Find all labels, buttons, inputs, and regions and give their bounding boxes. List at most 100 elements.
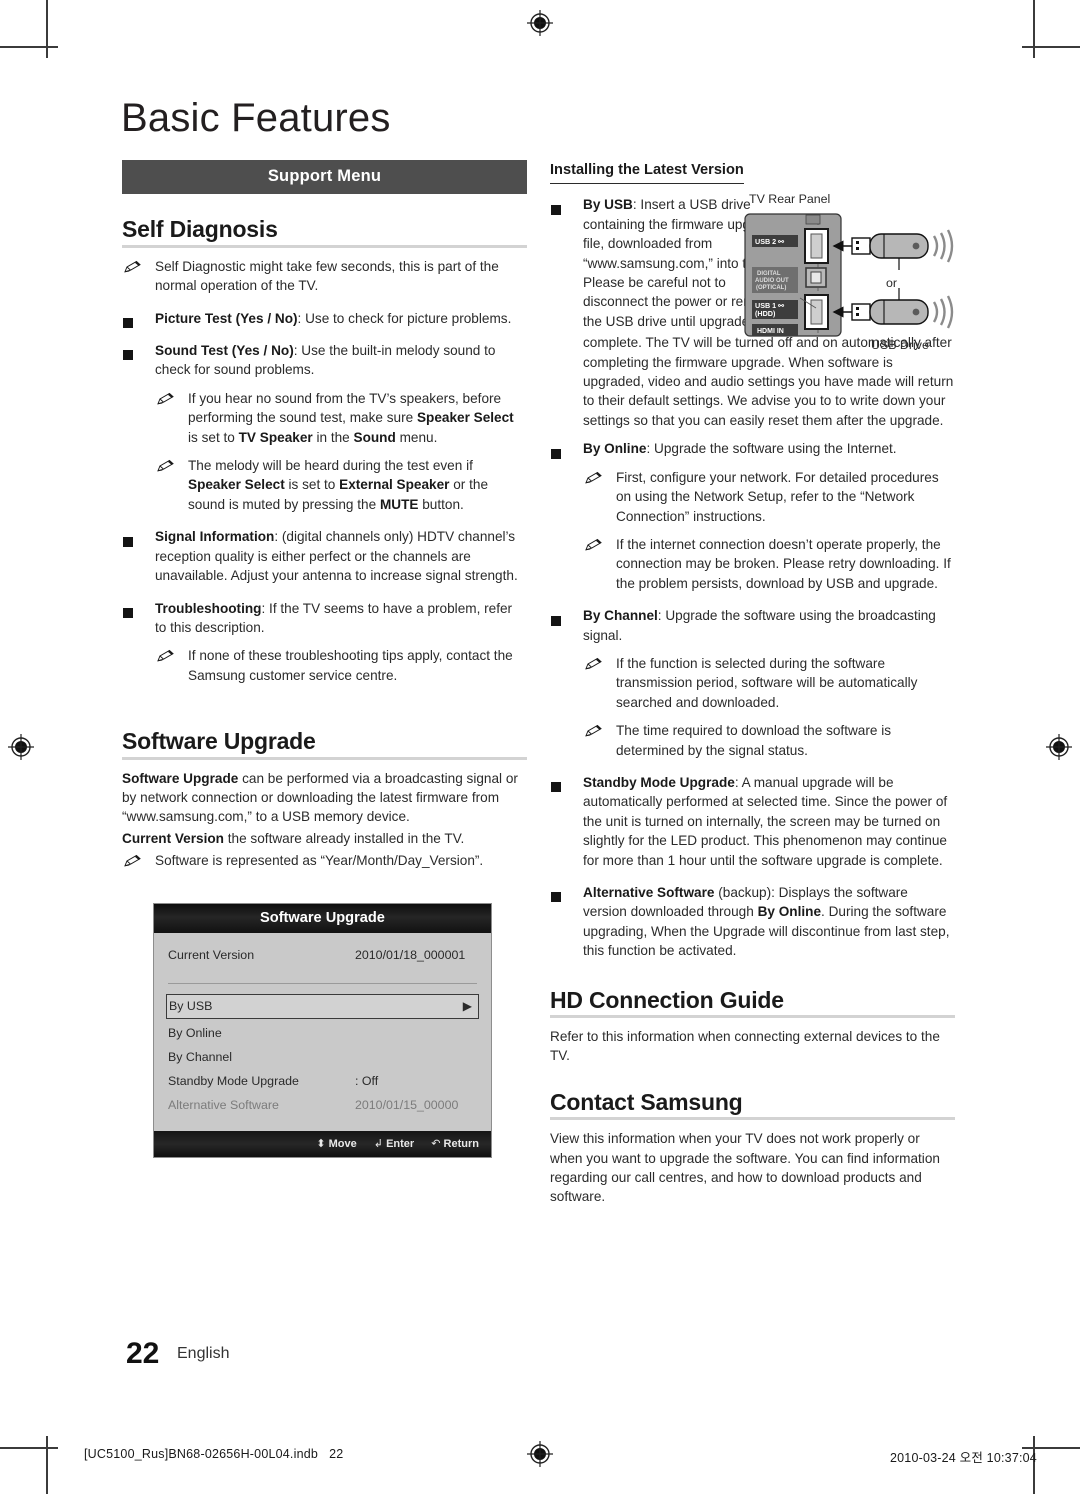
square-bullet-icon [123, 344, 145, 363]
note-pencil-icon [584, 538, 606, 557]
bullet-sound-test: Sound Test (Yes / No): Use the built-in … [122, 341, 527, 380]
support-menu-band: Support Menu [122, 160, 527, 195]
square-bullet-icon [551, 886, 573, 905]
note-text: If none of these troubleshooting tips ap… [188, 648, 513, 683]
svg-text:HDMI IN: HDMI IN [757, 328, 784, 335]
paragraph-current-version: Current Version the software already ins… [122, 829, 527, 848]
osd-row-label: Alternative Software [168, 1098, 279, 1112]
note-item: First, configure your network. For detai… [550, 468, 955, 526]
note-text-d: button. [418, 496, 464, 512]
note-text: First, configure your network. For detai… [616, 469, 939, 524]
enter-key-icon: ↲ [373, 1138, 384, 1150]
chevron-right-icon: ▶ [462, 999, 472, 1013]
note-pencil-icon [123, 260, 145, 279]
figure-caption-usb-drive: USB Drive [871, 338, 929, 352]
note-pencil-icon [156, 392, 178, 411]
updown-arrow-icon: ⬍ [316, 1138, 326, 1150]
note-item: If the function is selected during the s… [550, 654, 955, 712]
bullet-picture-test: Picture Test (Yes / No): Use to check fo… [122, 309, 527, 331]
tv-rear-panel-diagram: USB 2 ⚯ DIGITAL AUDIO OUT (OPTICAL) USB … [744, 213, 954, 337]
note-text-b: is set to [188, 429, 239, 445]
osd-hint-move: ⬍ Move [316, 1138, 356, 1150]
bullet-label: By USB [583, 197, 633, 213]
osd-hint-label: Move [328, 1138, 357, 1150]
bullet-alternative-software: Alternative Software (backup): Displays … [550, 883, 955, 961]
osd-row-standby-mode-upgrade[interactable]: Standby Mode Upgrade : Off [166, 1069, 479, 1093]
paragraph-software-upgrade: Software Upgrade can be performed via a … [122, 769, 527, 827]
note-bold-3: MUTE [379, 496, 419, 512]
osd-footer-hints: ⬍ Move ↲ Enter ↶ Return [154, 1131, 491, 1157]
note-item: Self Diagnostic might take few seconds, … [122, 257, 527, 296]
note-item: Software is represented as “Year/Month/D… [122, 851, 527, 870]
heading-contact-samsung: Contact Samsung [550, 1088, 743, 1115]
note-pencil-icon [584, 724, 606, 743]
page-number: 22 [126, 1337, 160, 1370]
bullet-label: Alternative Software [583, 885, 715, 900]
osd-hint-return: ↶ Return [431, 1138, 479, 1150]
heading-software-upgrade: Software Upgrade [122, 728, 316, 755]
footer-file-page: 22 [329, 1447, 344, 1461]
figure-caption-tv-rear-panel: TV Rear Panel [749, 192, 831, 206]
svg-text:DIGITAL: DIGITAL [757, 271, 781, 277]
note-bold-1: Speaker Select [416, 410, 514, 426]
note-text: Self Diagnostic might take few seconds, … [155, 258, 499, 294]
svg-text:USB 2 ⚯: USB 2 ⚯ [755, 237, 784, 246]
note-text-c: in the [312, 429, 354, 445]
square-bullet-icon [123, 312, 145, 331]
osd-hint-enter: ↲ Enter [374, 1138, 414, 1150]
footer-timestamp: 2010-03-24 오전 10:37:04 [890, 1451, 1037, 1465]
square-bullet-icon [123, 530, 145, 549]
footer-file-info: [UC5100_Rus]BN68-02656H-00L04.indb 22 [84, 1447, 343, 1461]
page-language: English [177, 1345, 230, 1362]
note-text-a: The melody will be heard during the test… [188, 458, 473, 474]
osd-row-alternative-software: Alternative Software 2010/01/15_00000 [166, 1093, 479, 1117]
heading-rule [122, 244, 527, 248]
note-pencil-icon [156, 649, 178, 668]
svg-text:(OPTICAL): (OPTICAL) [756, 285, 786, 291]
note-text: Software is represented as “Year/Month/D… [155, 853, 484, 869]
paragraph-lead: Current Version [122, 830, 224, 846]
osd-row-by-online[interactable]: By Online [166, 1021, 479, 1045]
note-text: If the internet connection doesn’t opera… [616, 536, 951, 591]
note-item: If the internet connection doesn’t opera… [550, 535, 955, 593]
osd-row-value [355, 1048, 477, 1066]
heading-hd-connection-guide: HD Connection Guide [550, 986, 784, 1013]
osd-row-value: 2010/01/18_000001 [355, 948, 466, 962]
paragraph-text: the software already installed in the TV… [223, 830, 465, 846]
footer-file-name: [UC5100_Rus]BN68-02656H-00L04.indb [84, 1447, 319, 1461]
bullet-by-online: By Online: Upgrade the software using th… [550, 439, 955, 461]
bullet-label: By Online [583, 441, 647, 457]
note-bold-3: Sound [353, 429, 396, 445]
note-pencil-icon [584, 471, 606, 490]
osd-row-by-usb[interactable]: By USB ▶ [166, 994, 479, 1019]
osd-title: Software Upgrade [154, 904, 491, 933]
square-bullet-icon [551, 442, 573, 461]
bullet-text: : Use to check for picture problems. [297, 310, 512, 326]
note-text: The time required to download the softwa… [616, 723, 892, 758]
heading-installing-latest-version: Installing the Latest Version [550, 161, 744, 185]
note-item: If none of these troubleshooting tips ap… [122, 646, 527, 685]
bullet-standby-mode-upgrade: Standby Mode Upgrade: A manual upgrade w… [550, 773, 955, 870]
note-pencil-icon [123, 854, 145, 873]
page-title: Basic Features [121, 96, 391, 140]
return-arrow-icon: ↶ [431, 1138, 441, 1150]
paragraph-contact-samsung: View this information when your TV does … [550, 1131, 940, 1205]
note-item: The time required to download the softwa… [550, 721, 955, 760]
manual-page: Basic Features Support Menu Self Diagnos… [0, 0, 1080, 1494]
osd-row-label: By Online [168, 1026, 222, 1040]
osd-row-value [355, 1024, 477, 1042]
osd-row-label: By USB [169, 999, 213, 1013]
osd-row-by-channel[interactable]: By Channel [166, 1045, 479, 1069]
left-column: Support Menu Self Diagnosis Self Diagnos… [122, 160, 527, 884]
square-bullet-icon [551, 198, 573, 217]
note-pencil-icon [156, 459, 178, 478]
bullet-label: By Channel [583, 608, 658, 624]
bullet-troubleshooting: Troubleshooting: If the TV seems to have… [122, 599, 527, 638]
note-text: If the function is selected during the s… [616, 655, 918, 710]
paragraph-hd-connection-guide: Refer to this information when connectin… [550, 1029, 940, 1064]
note-bold-1: Speaker Select [188, 477, 285, 493]
bullet-label: Sound Test (Yes / No) [155, 343, 294, 359]
heading-rule [122, 756, 527, 760]
bullet-label: Standby Mode Upgrade [583, 774, 735, 790]
note-bold-2: TV Speaker [238, 429, 313, 445]
